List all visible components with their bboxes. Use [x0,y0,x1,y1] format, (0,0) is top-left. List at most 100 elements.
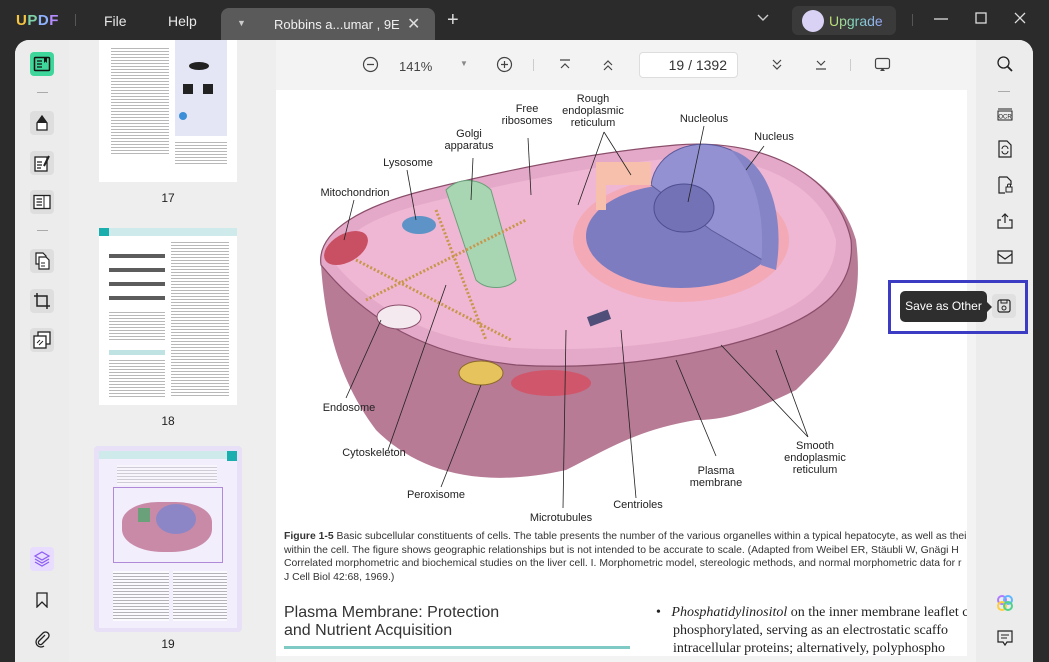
pdf-page: Free ribosomes Rough endoplasmic reticulum … [276,90,967,656]
upgrade-label: Upgrade [829,13,883,29]
layers-button[interactable] [30,547,54,571]
left-toolbar [15,40,69,662]
divider [998,91,1010,92]
page-thumbnail-18[interactable] [99,228,237,405]
page-thumbnail-17[interactable] [99,40,237,182]
figure-caption: Figure 1-5 Basic subcellular constituent… [284,531,967,583]
ocr-button[interactable]: OCR [996,105,1014,123]
label-rough-er: Rough endoplasmic reticulum [562,93,624,129]
label-mitochondrion: Mitochondrion [320,187,390,199]
divider [533,59,534,71]
divider [37,92,48,93]
save-disk-icon [996,298,1012,314]
total-pages: 1392 [695,57,727,73]
label-nucleolus: Nucleolus [679,113,729,125]
convert-file-icon [996,140,1014,158]
updf-logo: UPDF [16,12,59,29]
book-icon [33,56,51,72]
page-number-17: 17 [161,191,175,205]
divider [850,59,851,71]
search-icon [996,55,1014,73]
convert-button[interactable] [996,140,1014,158]
label-microtubules: Microtubules [529,512,593,524]
divider [912,14,913,26]
thumbnails-panel: 17 18 19 [69,40,276,662]
menu-help[interactable]: Help [168,13,197,29]
label-peroxisome: Peroxisome [406,489,466,501]
form-icon [33,194,51,210]
upgrade-button[interactable]: Upgrade [792,6,896,35]
tab-dropdown-icon[interactable]: ▼ [237,18,246,28]
bookmark-icon [35,592,49,608]
previous-page-button[interactable] [601,58,615,72]
watermark-button[interactable] [30,328,54,352]
edit-document-icon [33,154,51,172]
save-as-other-tooltip: Save as Other [900,291,992,322]
comment-tool-button[interactable] [30,111,54,135]
right-toolbar: OCR [976,40,1033,662]
ai-assistant-button[interactable] [996,594,1014,612]
label-free-ribosomes: Free ribosomes [501,103,553,127]
presentation-button[interactable] [874,57,891,73]
paperclip-icon [33,630,51,648]
zoom-in-button[interactable] [496,56,513,73]
cell-diagram [320,125,858,509]
next-page-button[interactable] [770,58,784,72]
minimize-button[interactable] [933,8,949,30]
search-button[interactable] [996,55,1014,73]
title-bar: UPDF File Help ▼ Robbins a...umar , 9E ✕… [0,0,1049,40]
menu-file[interactable]: File [104,13,127,29]
label-endosome: Endosome [322,402,376,414]
crop-button[interactable] [30,289,54,313]
share-button[interactable] [996,212,1014,230]
lock-file-icon [996,176,1014,194]
close-tab-icon[interactable]: ✕ [407,14,420,34]
zoom-level[interactable]: 141% [399,59,432,74]
page-number-input[interactable]: 19 / 1392 [639,52,738,78]
comments-button[interactable] [996,629,1014,647]
layers-copy-icon [33,331,51,349]
label-plasma-membrane: Plasma membrane [689,465,743,489]
email-button[interactable] [996,248,1014,266]
layers-icon [33,550,51,568]
label-smooth-er: Smooth endoplasmic reticulum [784,440,846,476]
edit-pdf-button[interactable] [30,151,54,175]
section-heading: Plasma Membrane: Protection and Nutrient… [284,604,500,639]
mail-icon [996,248,1014,266]
ocr-icon: OCR [996,105,1014,123]
section-rule [284,646,630,649]
last-page-button[interactable] [814,58,828,72]
tabs-dropdown-chevron-icon[interactable] [756,10,770,24]
new-tab-button[interactable]: + [447,9,459,32]
organize-pages-button[interactable] [30,249,54,273]
tab-title: Robbins a...umar , 9E [274,17,400,32]
svg-text:OCR: OCR [998,115,1012,121]
close-window-button[interactable] [1013,8,1027,30]
page-thumbnail-19[interactable] [99,451,237,628]
label-golgi: Golgi apparatus [444,128,494,152]
label-cytoskeleton: Cytoskeleton [342,447,406,459]
document-viewer: 141% ▼ 19 / 1392 Free ribosomes Rough en… [276,40,976,662]
thumbnail-figure [113,487,223,563]
bookmarks-button[interactable] [30,588,54,612]
label-nucleus: Nucleus [754,131,794,143]
app-window: 17 18 19 141% ▼ 19 / 1392 Free ribosomes… [15,40,1033,662]
first-page-button[interactable] [558,58,572,72]
thumbnail-figure [175,40,227,136]
divider [75,14,76,26]
page-number-19: 19 [161,637,175,651]
page-number-18: 18 [161,414,175,428]
save-as-other-button[interactable] [992,294,1016,318]
page-layout-button[interactable] [30,190,54,214]
zoom-dropdown-icon[interactable]: ▼ [460,59,468,68]
highlighter-icon [33,114,51,132]
crop-icon [33,292,51,310]
chat-icon [996,629,1014,647]
zoom-out-button[interactable] [362,56,379,73]
reader-mode-button[interactable] [30,52,54,76]
attachments-button[interactable] [30,627,54,651]
maximize-button[interactable] [974,8,988,30]
protect-button[interactable] [996,176,1014,194]
view-toolbar: 141% ▼ 19 / 1392 [276,40,976,90]
document-tab[interactable]: ▼ Robbins a...umar , 9E ✕ [221,8,435,40]
